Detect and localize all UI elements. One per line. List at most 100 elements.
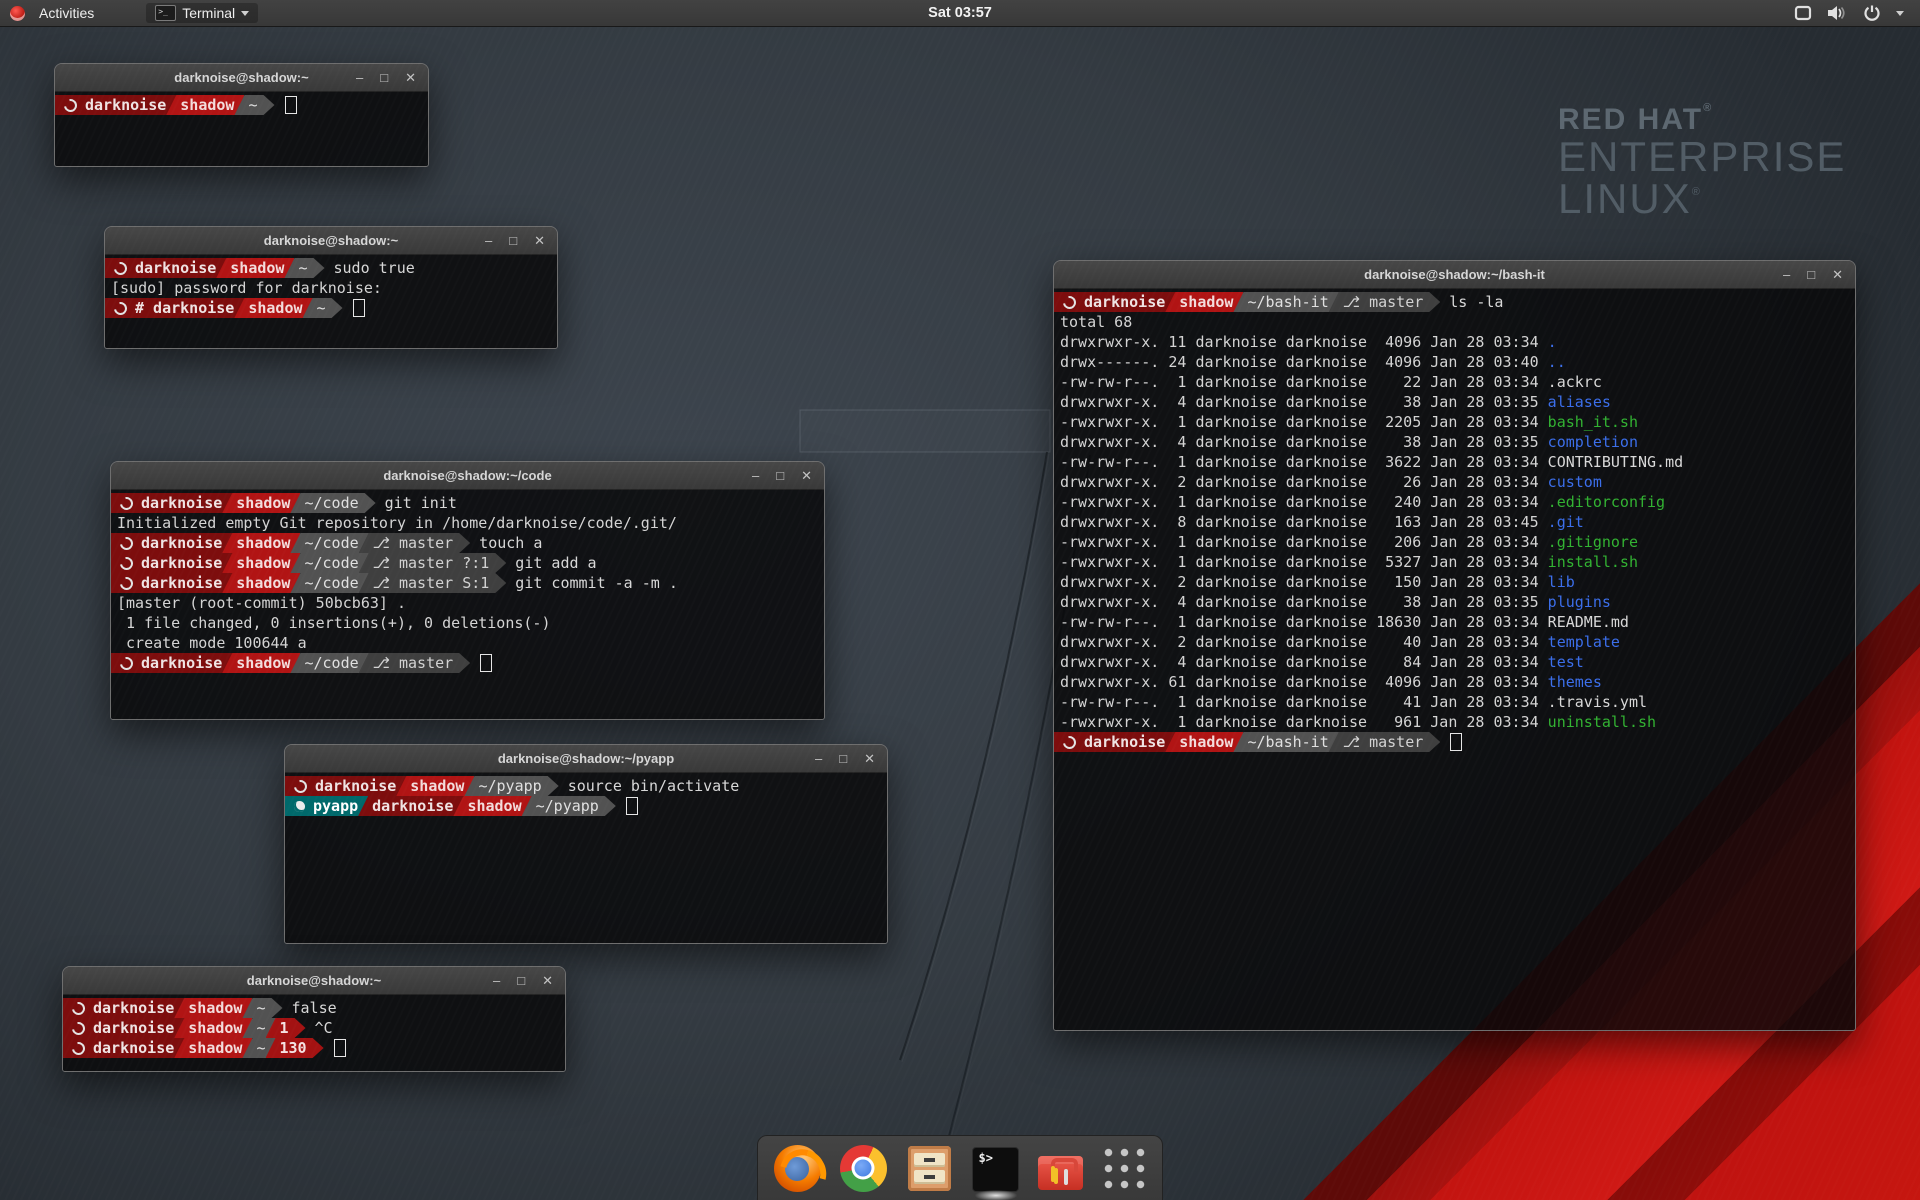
file-meta: -rwxrwxr-x. 1 darknoise darknoise 2205 J… <box>1060 413 1548 431</box>
prompt-segment-user: darknoise <box>111 493 232 513</box>
terminal-cursor <box>353 299 365 317</box>
segment-label: shadow <box>188 998 242 1018</box>
segment-label: shadow <box>188 1038 242 1058</box>
maximize-button[interactable]: □ <box>776 462 784 489</box>
titlebar[interactable]: darknoise@shadow:~–□✕ <box>63 967 565 995</box>
firefox-dock-icon[interactable] <box>774 1145 821 1192</box>
segment-label: darknoise <box>141 573 222 593</box>
fedora-icon <box>117 554 135 572</box>
terminal-dock-icon[interactable]: $> <box>972 1147 1019 1192</box>
prompt-segment-user: darknoise <box>63 998 184 1018</box>
segment-label: darknoise <box>85 95 166 115</box>
maximize-button[interactable]: □ <box>517 967 525 994</box>
segment-label: ~/bash-it <box>1247 732 1328 752</box>
prompt-line: darknoiseshadow~130 <box>63 1038 565 1058</box>
segment-label: ~ <box>317 298 326 318</box>
prompt-segment-user: darknoise <box>111 553 232 573</box>
file-name: .git <box>1548 513 1584 531</box>
git-branch-icon: ⎇ <box>373 533 399 553</box>
prompt-line: darknoiseshadow~/bash-it⎇ masterls -la <box>1054 292 1855 312</box>
fedora-icon <box>69 999 87 1017</box>
system-tray[interactable] <box>1788 0 1910 26</box>
close-button[interactable]: ✕ <box>405 64 416 91</box>
maximize-button[interactable]: □ <box>380 64 388 91</box>
display-icon <box>1794 5 1812 21</box>
maximize-button[interactable]: □ <box>1807 261 1815 288</box>
prompt-line: darknoiseshadow~1^C <box>63 1018 565 1038</box>
terminal-glyph: $> <box>979 1151 993 1165</box>
fedora-icon <box>117 534 135 552</box>
fedora-icon <box>1060 733 1078 751</box>
rhel-wallpaper-logo: RED HAT® ENTERPRISE LINUX® <box>1558 103 1846 221</box>
command-text: sudo true <box>334 258 415 278</box>
segment-label: shadow <box>1179 292 1233 312</box>
fedora-icon <box>69 1039 87 1057</box>
output-line: [master (root-commit) 50bcb63] . <box>111 593 824 613</box>
prompt-segment-host: shadow <box>1165 732 1243 752</box>
drawer-top <box>914 1153 945 1167</box>
git-branch-icon: ⎇ <box>1343 732 1369 752</box>
terminal-screen[interactable]: darknoiseshadow~falsedarknoiseshadow~1^C… <box>63 995 565 1072</box>
git-branch-icon: ⎇ <box>373 653 399 673</box>
close-button[interactable]: ✕ <box>542 967 553 994</box>
output-line: [sudo] password for darknoise: <box>105 278 557 298</box>
minimize-button[interactable]: – <box>752 462 759 489</box>
activities-button[interactable]: Activities <box>31 2 102 24</box>
segment-label: master <box>399 533 453 553</box>
prompt-segment-host: shadow <box>222 573 300 593</box>
minimize-button[interactable]: – <box>493 967 500 994</box>
segment-label: shadow <box>188 1018 242 1038</box>
prompt-line: darknoiseshadow~/code⎇ mastertouch a <box>111 533 824 553</box>
clock[interactable]: Sat 03:57 <box>920 2 1000 24</box>
maximize-button[interactable]: □ <box>509 227 517 254</box>
fedora-icon <box>117 574 135 592</box>
segment-label: darknoise <box>93 998 174 1018</box>
volume-icon <box>1827 5 1848 21</box>
command-text: ls -la <box>1449 292 1503 312</box>
close-button[interactable]: ✕ <box>1832 261 1843 288</box>
titlebar[interactable]: darknoise@shadow:~/pyapp–□✕ <box>285 745 887 773</box>
close-button[interactable]: ✕ <box>864 745 875 772</box>
brand-enterprise: ENTERPRISE <box>1558 136 1846 179</box>
prompt-segment-path: ~/pyapp <box>464 776 558 796</box>
terminal-screen[interactable]: darknoiseshadow~/bash-it⎇ masterls -lato… <box>1054 289 1855 1031</box>
toolbox-dock-icon[interactable] <box>1038 1156 1083 1190</box>
terminal-window-code: darknoise@shadow:~/code–□✕darknoiseshado… <box>110 461 825 720</box>
terminal-screen[interactable]: darknoiseshadow~/codegit initInitialized… <box>111 490 824 720</box>
window-controls: –□ ✕ <box>485 227 545 254</box>
prompt-segment-user: # darknoise <box>105 298 244 318</box>
prompt-segment-user: darknoise <box>1054 292 1175 312</box>
file-name: uninstall.sh <box>1548 713 1656 731</box>
terminal-screen[interactable]: darknoiseshadow~ <box>55 92 428 167</box>
titlebar[interactable]: darknoise@shadow:~–□✕ <box>105 227 557 255</box>
prompt-segment-git: ⎇ master <box>1329 292 1441 312</box>
file-meta: drwxrwxr-x. 4 darknoise darknoise 38 Jan… <box>1060 393 1548 411</box>
minimize-button[interactable]: – <box>485 227 492 254</box>
appgrid-dock-icon[interactable] <box>1102 1146 1147 1191</box>
prompt-line: darknoiseshadow~/pyappsource bin/activat… <box>285 776 887 796</box>
segment-label: ~ <box>256 1038 265 1058</box>
prompt-line: darknoiseshadow~/code⎇ master S:1git com… <box>111 573 824 593</box>
prompt-segment-user: darknoise <box>358 796 463 816</box>
maximize-button[interactable]: □ <box>839 745 847 772</box>
minimize-button[interactable]: – <box>356 64 363 91</box>
chrome-dock-icon[interactable] <box>840 1145 887 1192</box>
prompt-segment-user: darknoise <box>111 573 232 593</box>
close-button[interactable]: ✕ <box>801 462 812 489</box>
titlebar[interactable]: darknoise@shadow:~–□✕ <box>55 64 428 92</box>
terminal-screen[interactable]: darknoiseshadow~sudo true[sudo] password… <box>105 255 557 349</box>
file-meta: -rw-rw-r--. 1 darknoise darknoise 3622 J… <box>1060 453 1548 471</box>
minimize-button[interactable]: – <box>1783 261 1790 288</box>
segment-label: master <box>399 653 453 673</box>
terminal-screen[interactable]: darknoiseshadow~/pyappsource bin/activat… <box>285 773 887 944</box>
prompt-segment-user: darknoise <box>105 258 226 278</box>
files-dock-icon[interactable] <box>908 1146 951 1191</box>
terminal-window-exit: darknoise@shadow:~–□✕darknoiseshadow~fal… <box>62 966 566 1072</box>
close-button[interactable]: ✕ <box>534 227 545 254</box>
prompt-segment-err: 130 <box>266 1038 324 1058</box>
file-meta: -rwxrwxr-x. 1 darknoise darknoise 5327 J… <box>1060 553 1548 571</box>
titlebar[interactable]: darknoise@shadow:~/code–□✕ <box>111 462 824 490</box>
minimize-button[interactable]: – <box>815 745 822 772</box>
titlebar[interactable]: darknoise@shadow:~/bash-it–□✕ <box>1054 261 1855 289</box>
app-menu-terminal[interactable]: >_ Terminal <box>146 3 258 23</box>
